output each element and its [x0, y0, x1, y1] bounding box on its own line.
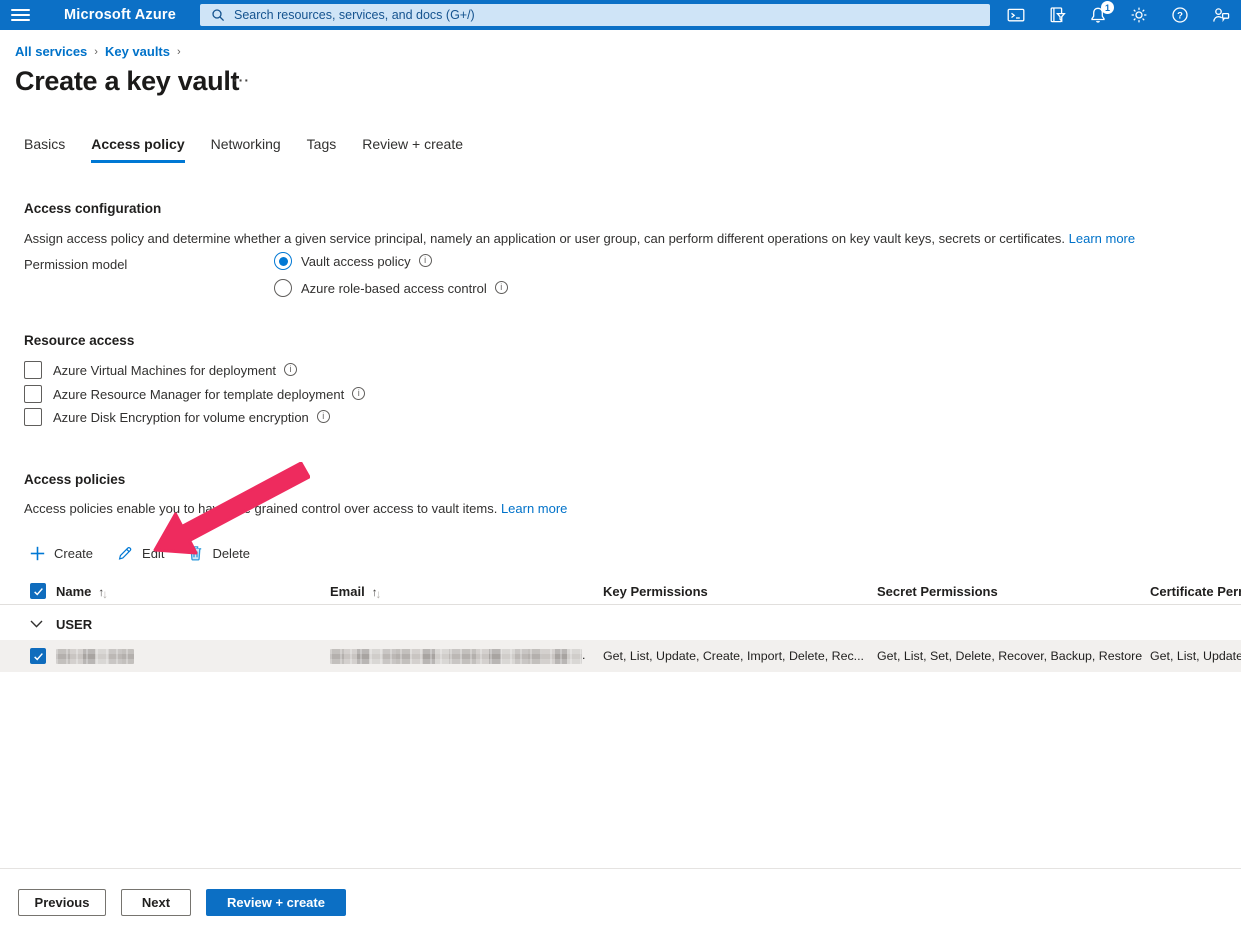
tab-access-policy[interactable]: Access policy — [91, 136, 184, 163]
page-title: Create a key vault — [15, 66, 239, 97]
access-policies-description: Access policies enable you to have fine … — [24, 501, 567, 516]
breadcrumb-separator: › — [94, 46, 98, 58]
radio-vault-access-policy[interactable]: Vault access policy i — [274, 250, 508, 272]
footer-buttons: Previous Next Review + create — [18, 889, 346, 916]
permission-model-label: Permission model — [24, 257, 127, 272]
table-header-row: Name↑↓ Email↑↓ Key Permissions Secret Pe… — [0, 578, 1241, 605]
delete-button[interactable]: Delete — [188, 545, 250, 561]
radio-selected-icon[interactable] — [274, 252, 292, 270]
redacted-email-blur — [330, 649, 582, 664]
access-policies-table: Name↑↓ Email↑↓ Key Permissions Secret Pe… — [0, 578, 1241, 672]
azure-brand[interactable]: Microsoft Azure — [64, 7, 176, 23]
cell-secret-permissions: Get, List, Set, Delete, Recover, Backup,… — [877, 649, 1150, 663]
feedback-person-icon[interactable] — [1212, 6, 1230, 24]
more-options-ellipsis-icon[interactable]: ··· — [233, 72, 250, 88]
row-checkbox[interactable] — [30, 648, 46, 664]
column-header-secret-permissions[interactable]: Secret Permissions — [877, 584, 1150, 599]
group-row-user[interactable]: USER — [0, 611, 1241, 637]
cell-name-redacted — [56, 648, 330, 663]
footer-divider — [0, 868, 1241, 869]
column-header-name[interactable]: Name↑↓ — [56, 584, 330, 599]
checkbox-unchecked-icon[interactable] — [24, 385, 42, 403]
resource-access-heading: Resource access — [24, 333, 134, 348]
radio-unselected-icon[interactable] — [274, 279, 292, 297]
permission-model-radio-group: Vault access policy i Azure role-based a… — [274, 250, 508, 304]
cell-email-redacted: . — [330, 648, 603, 663]
search-placeholder: Search resources, services, and docs (G+… — [234, 8, 475, 22]
checkbox-unchecked-icon[interactable] — [24, 361, 42, 379]
edit-button[interactable]: Edit — [117, 545, 164, 561]
learn-more-link[interactable]: Learn more — [501, 501, 567, 516]
search-icon — [211, 8, 225, 22]
global-search-input[interactable]: Search resources, services, and docs (G+… — [200, 4, 990, 26]
access-configuration-heading: Access configuration — [24, 201, 161, 216]
info-icon[interactable]: i — [317, 410, 330, 423]
review-create-button[interactable]: Review + create — [206, 889, 346, 916]
checkbox-disk-encryption[interactable]: Azure Disk Encryption for volume encrypt… — [24, 408, 330, 426]
tab-basics[interactable]: Basics — [24, 136, 65, 163]
create-key-vault-page: Microsoft Azure Search resources, servic… — [0, 0, 1241, 925]
chevron-down-icon[interactable] — [30, 620, 43, 628]
help-glyph: ? — [1177, 10, 1183, 21]
column-header-key-permissions[interactable]: Key Permissions — [603, 584, 877, 599]
column-header-email[interactable]: Email↑↓ — [330, 584, 603, 599]
settings-gear-icon[interactable] — [1130, 6, 1148, 24]
breadcrumb-all-services[interactable]: All services — [15, 44, 87, 59]
plus-icon — [30, 546, 45, 561]
cloud-shell-icon[interactable] — [1007, 6, 1025, 24]
info-icon[interactable]: i — [352, 387, 365, 400]
column-header-certificate-permissions[interactable]: Certificate Permissions — [1150, 584, 1241, 599]
breadcrumb-key-vaults[interactable]: Key vaults — [105, 44, 170, 59]
learn-more-link[interactable]: Learn more — [1069, 231, 1135, 246]
pencil-icon — [117, 545, 133, 561]
radio-azure-rbac[interactable]: Azure role-based access control i — [274, 277, 508, 299]
info-icon[interactable]: i — [419, 254, 432, 267]
sort-icons: ↑↓ — [98, 587, 106, 599]
group-label: USER — [56, 617, 92, 632]
next-button[interactable]: Next — [121, 889, 191, 916]
access-configuration-description: Assign access policy and determine wheth… — [24, 231, 1135, 246]
cell-certificate-permissions: Get, List, Update — [1150, 649, 1241, 663]
trash-icon — [188, 545, 203, 561]
select-all-checkbox[interactable] — [30, 583, 46, 599]
breadcrumb: All services › Key vaults › — [15, 44, 181, 59]
breadcrumb-separator: › — [177, 46, 181, 58]
checkbox-arm-template[interactable]: Azure Resource Manager for template depl… — [24, 385, 365, 403]
checkmark-icon — [33, 651, 44, 662]
tab-networking[interactable]: Networking — [211, 136, 281, 163]
hamburger-menu-icon[interactable] — [11, 9, 30, 21]
notification-count-badge: 1 — [1101, 1, 1114, 14]
info-icon[interactable]: i — [495, 281, 508, 294]
create-button[interactable]: Create — [30, 546, 93, 561]
help-icon[interactable]: ? — [1171, 6, 1189, 24]
cell-key-permissions: Get, List, Update, Create, Import, Delet… — [603, 649, 877, 663]
previous-button[interactable]: Previous — [18, 889, 106, 916]
notifications-bell-icon[interactable]: 1 — [1089, 6, 1107, 24]
wizard-tabs: Basics Access policy Networking Tags Rev… — [24, 136, 463, 163]
directory-filter-icon[interactable] — [1048, 6, 1066, 24]
topbar-icon-group: 1 ? — [1007, 0, 1230, 30]
checkbox-vm-deployment[interactable]: Azure Virtual Machines for deployment i — [24, 361, 297, 379]
tab-tags[interactable]: Tags — [307, 136, 337, 163]
checkmark-icon — [33, 586, 44, 597]
table-row[interactable]: . Get, List, Update, Create, Import, Del… — [0, 640, 1241, 672]
checkbox-unchecked-icon[interactable] — [24, 408, 42, 426]
info-icon[interactable]: i — [284, 363, 297, 376]
redacted-name-blur — [56, 649, 134, 664]
tab-review-create[interactable]: Review + create — [362, 136, 463, 163]
sort-icons: ↑↓ — [372, 587, 380, 599]
access-policies-toolbar: Create Edit Delete — [30, 545, 250, 561]
azure-top-bar: Microsoft Azure Search resources, servic… — [0, 0, 1241, 30]
access-policies-heading: Access policies — [24, 472, 125, 487]
